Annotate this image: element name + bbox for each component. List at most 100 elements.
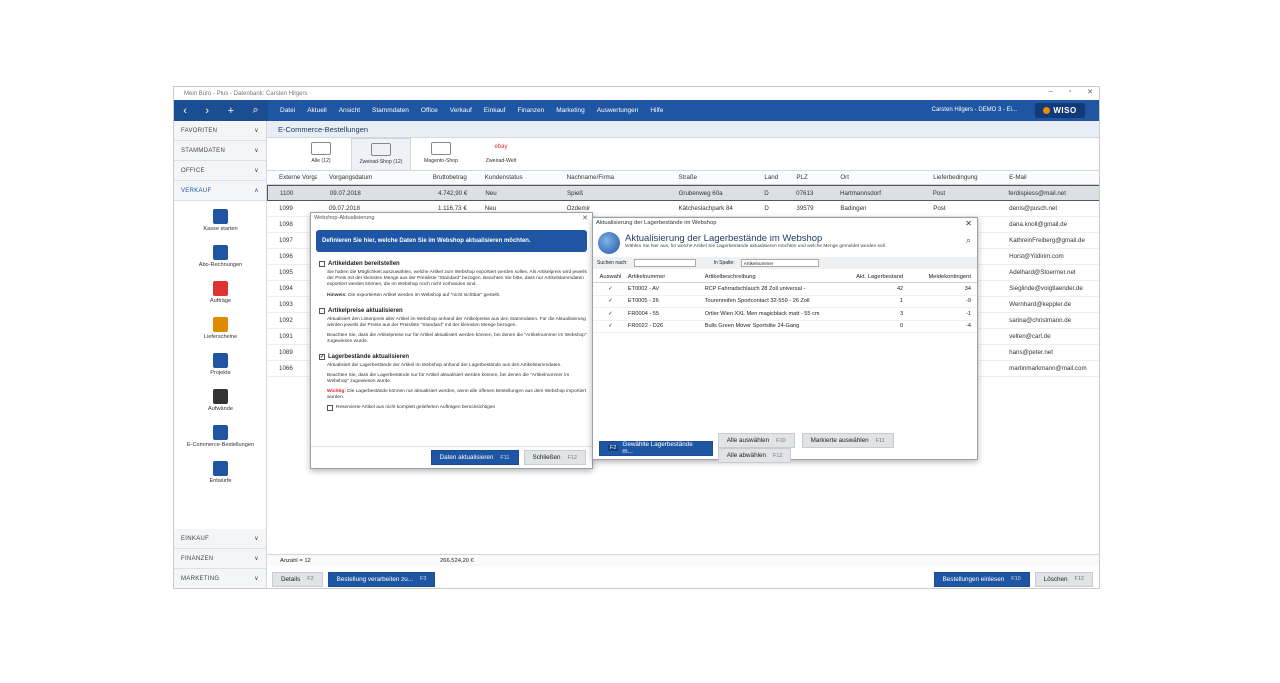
sidebar-item[interactable]: Aufwände <box>174 389 267 412</box>
close-icon[interactable]: ✕ <box>965 219 972 228</box>
sidebar-section-label: VERKAUF <box>181 187 212 194</box>
select-all-button[interactable]: Alle auswählen F10 <box>717 433 795 448</box>
sidebar-section[interactable]: FINANZEN ∨ <box>174 549 266 569</box>
column-header[interactable]: Artikelbeschreibung <box>702 274 838 280</box>
sidebar-section[interactable]: VERKAUF ∧ <box>174 181 266 201</box>
table-cell: 3 <box>900 310 904 317</box>
deselect-all-button[interactable]: Alle abwählen F12 <box>717 448 792 463</box>
close-icon[interactable]: ✕ <box>582 214 588 222</box>
wiso-logo: WISO <box>1035 103 1085 118</box>
sidebar-item-label: Projekte <box>210 370 231 376</box>
column-header[interactable]: Land <box>752 174 784 181</box>
stock-checkbox[interactable]: ✓ <box>319 354 325 360</box>
column-header[interactable]: Vorgangsdatum <box>317 174 403 181</box>
menu-item[interactable]: Ansicht <box>333 107 366 114</box>
apply-selected-stock-button[interactable]: F2 Gewählte Lagerbestände m... <box>599 440 713 456</box>
user-label[interactable]: Carsten Hilgers - DEMO 3 - Ei... <box>932 107 1017 113</box>
process-order-button[interactable]: Bestellung verarbeiten zu... F3 <box>327 571 436 587</box>
close-button[interactable]: Schließen F12 <box>523 450 586 465</box>
table-cell: -1 <box>966 310 971 317</box>
select-marked-button[interactable]: Markierte auswählen F11 <box>801 433 894 448</box>
column-header[interactable]: Externe Vorgar <box>267 174 317 181</box>
sidebar-section[interactable]: STAMMDATEN ∨ <box>174 141 266 161</box>
sidebar-item[interactable]: Kasse starten <box>174 209 267 232</box>
back-icon[interactable]: ‹ <box>183 105 187 117</box>
table-cell: Horst@Yildirim.com <box>1009 253 1064 260</box>
sidebar-section[interactable]: MARKETING ∨ <box>174 569 266 588</box>
sidebar-items: Kasse starten Abo-Rechnungen Aufträge Liefe… <box>174 201 266 529</box>
sidebar-item[interactable]: E-Commerce-Bestellungen <box>174 425 267 448</box>
add-icon[interactable]: + <box>228 105 234 117</box>
shop-tab[interactable]: ebay Zweirad-Welt <box>471 138 531 170</box>
column-header[interactable]: Ort <box>828 174 921 181</box>
table-cell: Sieglinde@voigtlaender.de <box>1009 285 1083 292</box>
table-cell: 1.116,73 € <box>437 205 467 212</box>
column-header[interactable]: Nachname/Firma <box>555 174 667 181</box>
subscription-icon <box>213 245 228 260</box>
sidebar-section[interactable]: EINKAUF ∨ <box>174 529 266 549</box>
details-button[interactable]: Details F2 <box>272 571 323 587</box>
menu-item[interactable]: Stammdaten <box>366 107 415 114</box>
select-checkbox[interactable]: ✓ <box>593 323 625 329</box>
column-header[interactable]: Artikelnummer <box>625 274 702 280</box>
column-header[interactable]: Bruttobetrag <box>403 174 473 181</box>
delete-button[interactable]: Löschen F12 <box>1034 571 1093 587</box>
sidebar-section-label: FAVORITEN <box>181 127 218 134</box>
column-header[interactable]: E-Mail <box>997 174 1099 181</box>
sidebar-section[interactable]: FAVORITEN ∨ <box>174 121 266 141</box>
stock-row[interactable]: ✓ ET0002 - AV RCP Fahrradschlauch 28 Zoll … <box>593 283 977 296</box>
menu-item[interactable]: Aktuell <box>301 107 333 114</box>
sidebar-item[interactable]: Projekte <box>174 353 267 376</box>
table-row[interactable]: 1100 09.07.2018 4.742,90 € Neu Spieß Grubenwe… <box>267 185 1099 201</box>
search-icon[interactable]: ⌕ <box>253 104 259 117</box>
reserve-checkbox[interactable] <box>327 405 333 411</box>
stock-row[interactable]: ✓ ET0005 - 26 Tourenreifen Sportcontact 32… <box>593 296 977 308</box>
menu-item[interactable]: Auswertungen <box>591 107 645 114</box>
select-checkbox[interactable]: ✓ <box>593 298 625 304</box>
sidebar-section-label: OFFICE <box>181 167 205 174</box>
sidebar-item[interactable]: Lieferscheine <box>174 317 267 340</box>
column-header[interactable]: Akt. Lagerbestand <box>837 274 907 280</box>
column-header[interactable]: Kundenstatus <box>473 174 555 181</box>
column-header[interactable]: Auswahl <box>593 274 625 280</box>
sidebar-item[interactable]: Aufträge <box>174 281 267 304</box>
menu-item[interactable]: Datei <box>274 107 301 114</box>
search-input[interactable] <box>633 259 696 267</box>
column-header[interactable]: Lieferbedingung <box>921 174 997 181</box>
forward-icon[interactable]: › <box>205 105 209 117</box>
ebay-icon: ebay <box>494 144 508 150</box>
sidebar-section[interactable]: OFFICE ∨ <box>174 161 266 181</box>
table-cell: 34 <box>964 285 971 292</box>
search-icon[interactable]: ⌕ <box>966 235 971 246</box>
shop-tab[interactable]: Zweirad-Shop (12) <box>351 138 411 170</box>
menu-item[interactable]: Finanzen <box>511 107 550 114</box>
close-icon[interactable]: ✕ <box>1087 88 1093 96</box>
sidebar-section-label: EINKAUF <box>181 535 210 542</box>
column-header[interactable]: PLZ <box>784 174 828 181</box>
table-cell: Wernhard@keppler.de <box>1009 301 1072 308</box>
maximize-icon[interactable]: ▫ <box>1069 88 1071 96</box>
stock-row[interactable]: ✓ FR0022 - D26 Bulls Green Mover Sportslit… <box>593 321 977 333</box>
stock-row[interactable]: ✓ FR0004 - 55 Ortler Wien XXL Men magicbla… <box>593 308 977 321</box>
article-data-checkbox[interactable] <box>319 261 325 267</box>
table-cell: denis@pusch.net <box>1009 205 1058 212</box>
minimize-icon[interactable]: – <box>1049 88 1053 96</box>
article-prices-checkbox[interactable] <box>319 308 325 314</box>
menu-item[interactable]: Marketing <box>550 107 591 114</box>
shop-tab[interactable]: Alle (12) <box>291 138 351 170</box>
column-select[interactable]: Artikelnummer <box>740 259 819 267</box>
sidebar-item[interactable]: Entwürfe <box>174 461 267 484</box>
menu-item[interactable]: Einkauf <box>478 107 512 114</box>
shop-tab[interactable]: Magento-Shop <box>411 138 471 170</box>
menu-item[interactable]: Hilfe <box>644 107 669 114</box>
import-orders-button[interactable]: Bestellungen einlesen F10 <box>933 571 1030 587</box>
nav-buttons: ‹ › + ⌕ <box>174 100 268 121</box>
select-checkbox[interactable]: ✓ <box>593 286 625 292</box>
column-header[interactable]: Meldekontingent <box>907 274 977 280</box>
select-checkbox[interactable]: ✓ <box>593 311 625 317</box>
sidebar-item[interactable]: Abo-Rechnungen <box>174 245 267 268</box>
menu-item[interactable]: Verkauf <box>444 107 478 114</box>
menu-item[interactable]: Office <box>415 107 444 114</box>
column-header[interactable]: Straße <box>667 174 753 181</box>
update-data-button[interactable]: Daten aktualisieren F11 <box>430 450 519 465</box>
